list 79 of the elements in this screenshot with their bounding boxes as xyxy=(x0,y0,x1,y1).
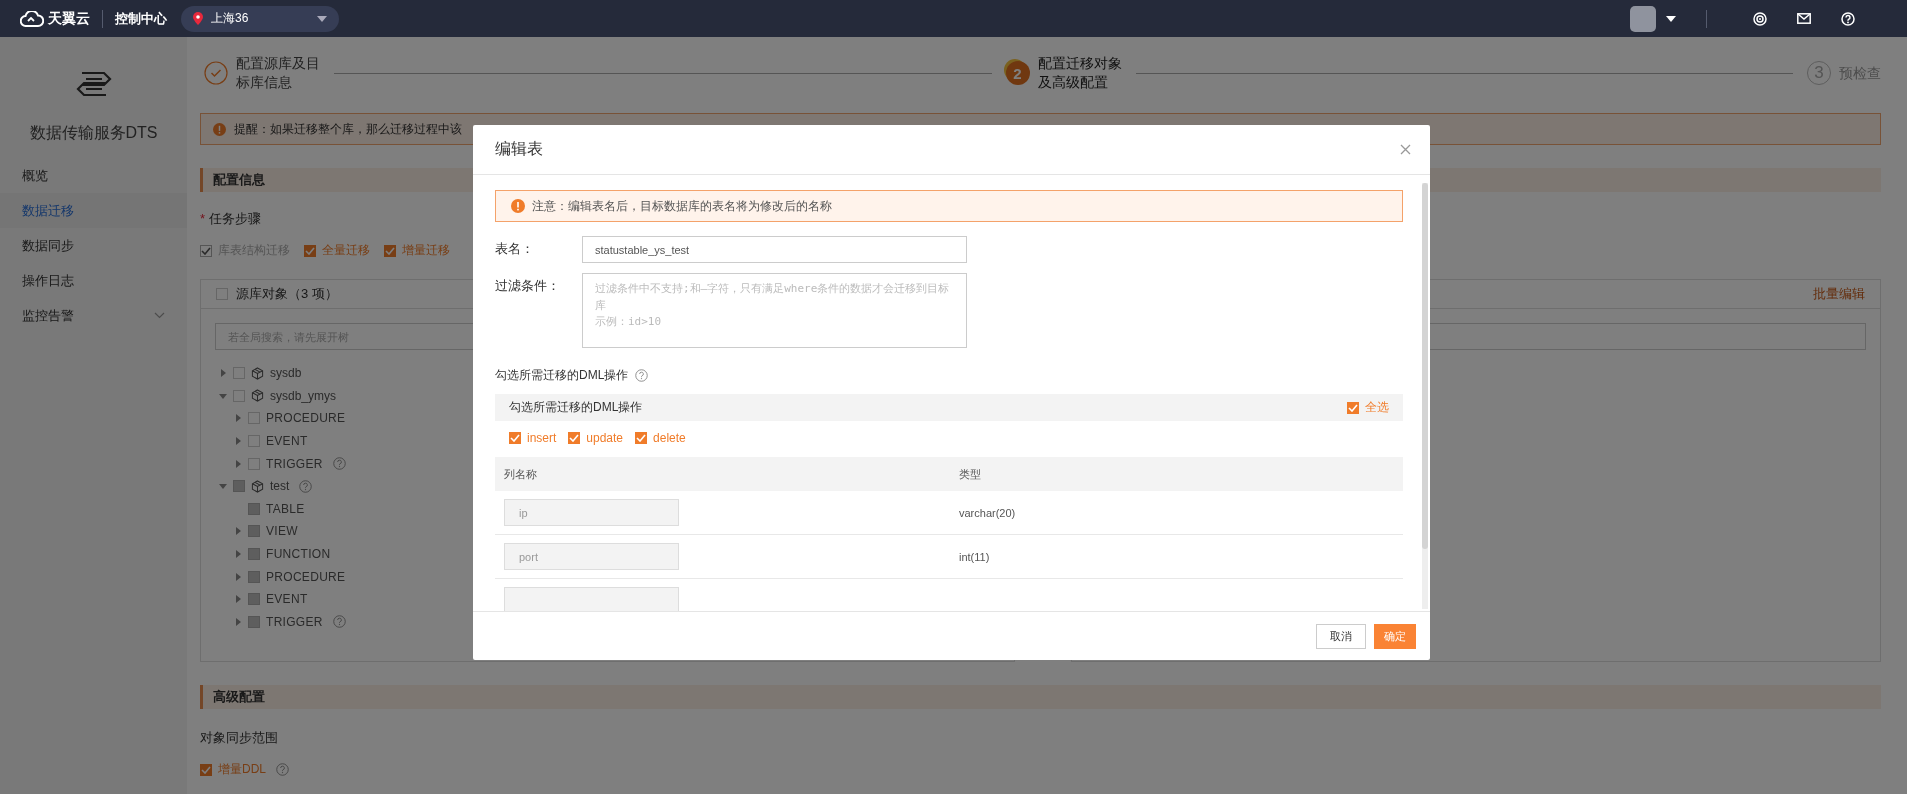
checkbox-label: 增量DDL xyxy=(218,761,266,778)
checkbox[interactable] xyxy=(200,763,212,776)
help-icon xyxy=(299,479,313,493)
table-name-input[interactable]: statustable_ys_test xyxy=(582,236,967,263)
caret-icon xyxy=(317,15,327,22)
cloud-icon xyxy=(20,10,44,27)
confirm-button[interactable]: 确定 xyxy=(1374,623,1416,649)
console-link[interactable]: 控制中心 xyxy=(115,9,167,28)
target-icon[interactable] xyxy=(1753,11,1767,26)
service-title: 数据传输服务DTS xyxy=(28,123,159,143)
notice-text: 提醒：如果迁移整个库，那么迁移过程中该 xyxy=(234,120,462,138)
checkbox[interactable] xyxy=(248,412,260,425)
checkbox[interactable] xyxy=(568,432,581,444)
checkbox[interactable] xyxy=(216,288,228,300)
checkbox[interactable] xyxy=(635,432,648,444)
checkbox-label: 全选 xyxy=(1365,399,1389,416)
checkbox[interactable] xyxy=(248,457,260,470)
help-icon xyxy=(332,457,346,471)
chevron-down-icon xyxy=(154,312,165,319)
help-icon[interactable] xyxy=(1841,11,1855,26)
checkbox-label: update xyxy=(586,431,624,445)
dialog-title: 编辑表 xyxy=(495,139,543,159)
sidebar-item[interactable]: 概览 xyxy=(0,158,187,193)
batch-edit-link[interactable]: 批量编辑 xyxy=(1813,285,1865,303)
alert-text: 注意：编辑表名后，目标数据库的表名将为修改后的名称 xyxy=(532,197,832,215)
close-icon[interactable] xyxy=(1400,144,1411,155)
table-cell-text: int(11) xyxy=(958,550,991,563)
tree-item[interactable]: PROCEDURE xyxy=(266,411,346,426)
column-header: 列名称 xyxy=(503,466,538,482)
help-icon xyxy=(276,763,289,776)
checkbox[interactable] xyxy=(304,244,316,257)
field-label: 过滤条件： xyxy=(495,277,561,295)
section-header: 高级配置 xyxy=(200,685,1881,709)
checkbox-label: 增量迁移 xyxy=(402,242,450,259)
tree-item[interactable]: EVENT xyxy=(266,434,308,449)
cancel-button[interactable]: 取消 xyxy=(1316,623,1366,649)
panel-title: 源库对象（3 项） xyxy=(236,285,338,303)
checkbox-label: 全量迁移 xyxy=(322,242,370,259)
step-label: 配置源库及目标库信息 xyxy=(236,54,321,92)
warning-icon xyxy=(213,122,226,136)
checkbox[interactable] xyxy=(248,435,260,448)
mail-icon[interactable] xyxy=(1797,13,1811,24)
help-icon xyxy=(332,615,346,629)
tree-item[interactable]: sysdb xyxy=(270,366,302,381)
cube-icon xyxy=(251,366,264,380)
sidebar-item[interactable]: 操作日志 xyxy=(0,263,187,298)
cube-icon xyxy=(251,479,264,493)
sidebar-item[interactable]: 监控告警 xyxy=(0,298,187,333)
checkbox[interactable] xyxy=(233,367,245,380)
field-label: 任务步骤 xyxy=(209,211,262,226)
required-mark: * xyxy=(200,211,206,226)
cube-icon xyxy=(251,389,264,403)
placeholder-example: 示例：id>10 xyxy=(595,314,662,330)
field-label: 表名： xyxy=(495,240,535,258)
section-label: 勾选所需迁移的DML操作 xyxy=(495,367,629,384)
region-dropdown[interactable]: 上海36 xyxy=(181,5,339,32)
dml-bar-title: 勾选所需迁移的DML操作 xyxy=(509,399,643,416)
location-pin-icon xyxy=(193,12,203,25)
step-label: 配置迁移对象及高级配置 xyxy=(1037,54,1123,92)
tree-item[interactable]: TRIGGER xyxy=(266,456,323,471)
sidebar-item[interactable]: 数据迁移 xyxy=(0,193,187,228)
caret-icon[interactable] xyxy=(1666,15,1676,22)
checkbox[interactable] xyxy=(233,389,245,402)
avatar[interactable] xyxy=(1630,5,1656,32)
brand-name: 天翼云 xyxy=(48,9,90,28)
warning-icon xyxy=(511,199,525,213)
table-cell-text: varchar(20) xyxy=(958,506,1017,519)
tree-item[interactable]: sysdb_ymys xyxy=(270,388,337,403)
checkbox-label: insert xyxy=(527,431,557,445)
checkbox-label: delete xyxy=(653,431,686,445)
step-number: 2 xyxy=(1005,61,1030,85)
checkbox[interactable] xyxy=(509,432,521,444)
scrollbar[interactable] xyxy=(1422,183,1428,609)
field-label: 对象同步范围 xyxy=(200,729,279,747)
column-header: 类型 xyxy=(958,466,982,482)
sidebar-item[interactable]: 数据同步 xyxy=(0,228,187,263)
help-icon xyxy=(635,369,649,382)
checkbox[interactable] xyxy=(1347,401,1359,414)
checkbox[interactable] xyxy=(384,244,396,257)
